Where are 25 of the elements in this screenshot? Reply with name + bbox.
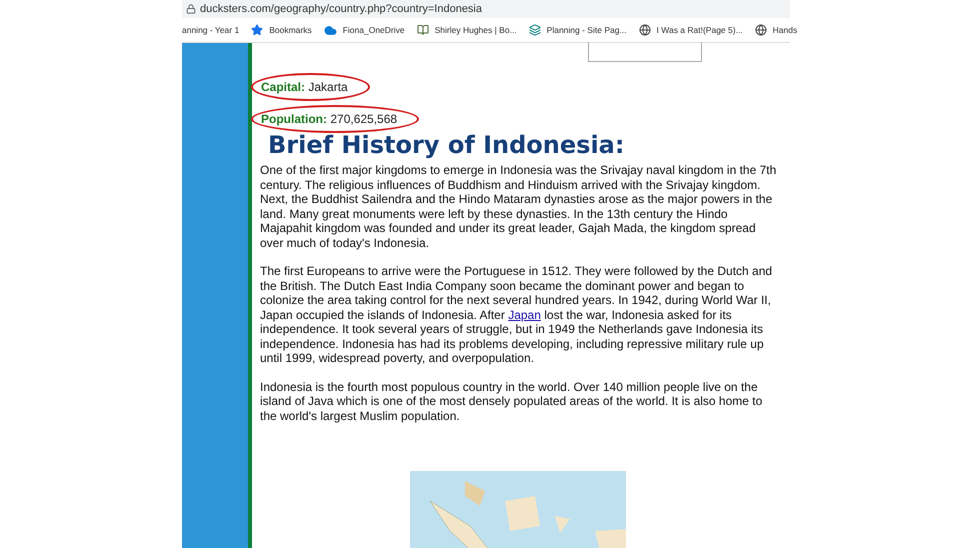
bookmark-link[interactable]: Hands <box>772 24 798 36</box>
paragraph: One of the first major kingdoms to emerge in Indonesia was the Srivajay naval kingdom in the 7th century. The religious influences of Buddhism and Hinduism arrived with the Srivajay kingdom. Next, the Buddhist Sailendra and the Hindo Mataram dynasties arose as the major powers in the land. Many great monuments were left by these dynasties. In the 13th century the Hindo Majapahit kingdom was founded and under its great leader, Gajah Mada, the kingdom spread over much of today's Indonesia. <box>260 163 778 250</box>
book-icon <box>416 24 429 36</box>
fact-label: Capital: <box>261 80 306 94</box>
paragraph: Indonesia is the fourth most populous country in the world. Over 140 million people live on the island of Java which is one of the most densely populated areas of the world. It is also home to the world's largest Muslim population. <box>260 380 764 423</box>
star-icon <box>251 24 264 36</box>
fact-label: Population: <box>261 112 327 126</box>
url-text: ducksters.com/geography/country.php?country=Indonesia <box>200 2 482 16</box>
bookmark-link[interactable]: Fiona_OneDrive <box>342 24 405 36</box>
layers-icon <box>528 24 541 36</box>
page-heading: Brief History of Indonesia: <box>267 130 626 160</box>
fact-value: 270,625,568 <box>330 112 398 126</box>
globe-icon <box>754 24 767 36</box>
lock-icon <box>186 4 196 14</box>
paragraph: The first Europeans to arrive were the Portuguese in 1512. They were followed by the Dutch and the British. The Dutch East India Company soon became the dominant power and began to colonize the area taking control for the next several hundred years. In 1942, during World War II, Japan occupied the islands of Indonesia. After Japan lost the war, Indonesia asked for its independence. It took several years of struggle, but in 1949 the Netherlands gave Indonesia its independence. Indonesia has had its problems developing, including repressive military rule up until 1999, widespread poverty, and overpopulation. <box>260 264 774 366</box>
bookmark-link[interactable]: Shirley Hughes | Bo... <box>434 24 517 36</box>
bookmark-link[interactable]: Bookmarks <box>269 24 312 36</box>
address-bar[interactable]: ducksters.com/geography/country.php?country=Indonesia <box>182 0 790 18</box>
bookmark-link[interactable]: I Was a Rat!(Page 5)... <box>656 24 743 36</box>
bookmark-link[interactable]: Planning - Site Pag... <box>546 24 627 36</box>
bookmark-link[interactable]: anning - Year 1 <box>182 24 240 36</box>
cloud-icon <box>324 24 337 36</box>
fact-value: Jakarta <box>308 80 348 94</box>
text-link[interactable]: Japan <box>508 308 541 322</box>
globe-icon <box>638 24 651 36</box>
